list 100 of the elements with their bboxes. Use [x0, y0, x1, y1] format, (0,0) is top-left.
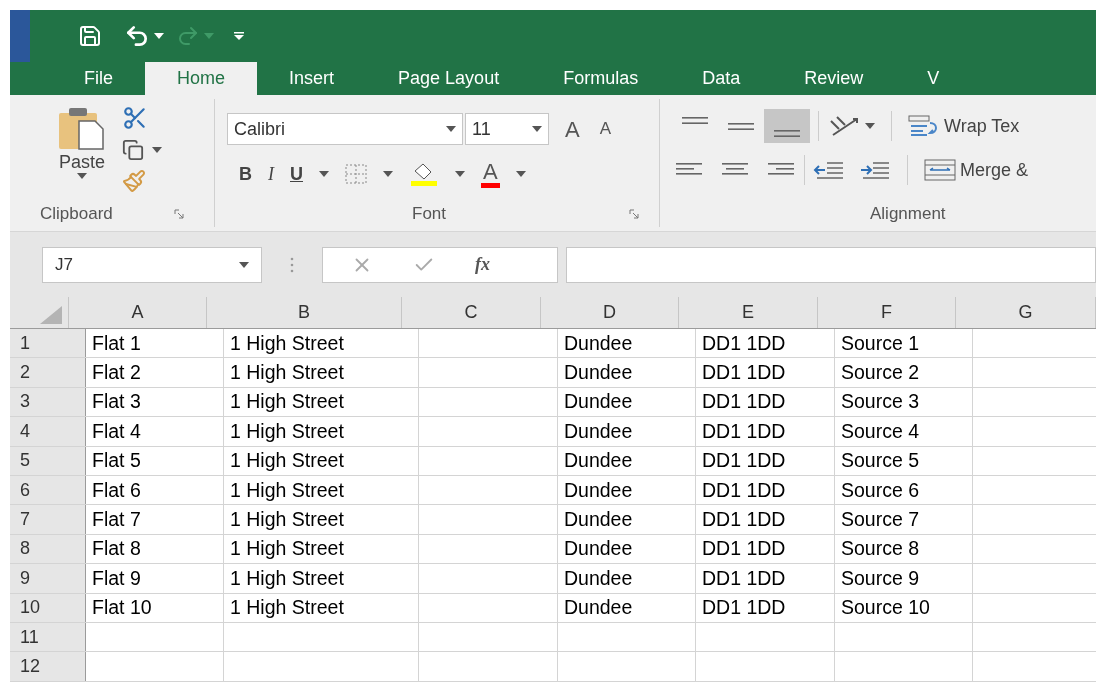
align-lines-icon [774, 130, 800, 137]
caret-icon [319, 171, 329, 177]
cut-icon[interactable] [122, 105, 148, 131]
table-cell-text: Flat 4 [92, 418, 141, 444]
caret-icon [77, 173, 87, 179]
table-cell-text: DD1 1DD [702, 595, 786, 621]
caret-icon [152, 147, 162, 153]
table-cell-text: Source 8 [841, 536, 920, 562]
table-cell-text: 1 High Street [230, 595, 344, 621]
ribbon-tab[interactable]: Insert [257, 62, 367, 95]
table-cell-text: Source 3 [841, 389, 920, 415]
table-cell-text: Dundee [564, 330, 633, 356]
align-lines-icon [682, 117, 708, 124]
column-header[interactable]: F [818, 297, 956, 328]
table-cell-text: Dundee [564, 536, 633, 562]
table-cell-text: 1 High Street [230, 389, 344, 415]
name-box[interactable]: J7 [42, 246, 262, 283]
row-header[interactable]: 4 [10, 417, 86, 446]
increase-indent-icon[interactable] [859, 159, 891, 181]
table-cell-text: 1 High Street [230, 536, 344, 562]
group-label: Alignment [870, 203, 946, 226]
table-cell-text: DD1 1DD [702, 536, 786, 562]
merge-button[interactable]: Merge & [924, 156, 1029, 184]
table-cell-text: Flat 8 [92, 536, 141, 562]
insert-function-button[interactable]: fx [475, 251, 490, 278]
table-cell-text: 1 High Street [230, 359, 344, 385]
table-cell-text: 1 High Street [230, 506, 344, 532]
table-cell-text: Source 9 [841, 565, 920, 591]
table-cell-text: 1 High Street [230, 477, 344, 503]
dialog-launcher-icon[interactable] [174, 209, 184, 219]
table-cell-text: Source 7 [841, 506, 920, 532]
table-cell-text: Flat 3 [92, 389, 141, 415]
row-header[interactable]: 9 [10, 564, 86, 593]
text-orientation-icon[interactable] [827, 113, 861, 139]
formula-field[interactable] [566, 246, 1096, 283]
font-size-field[interactable]: 11 [465, 113, 549, 145]
ribbon-tab[interactable]: Review [772, 62, 896, 95]
row-header[interactable]: 6 [10, 475, 86, 505]
table-cell-text: DD1 1DD [702, 359, 786, 385]
row-header[interactable]: 10 [10, 593, 86, 622]
row-header[interactable]: 3 [10, 387, 86, 417]
row-header[interactable]: 2 [10, 358, 86, 387]
underline-button[interactable]: U [290, 160, 303, 188]
table-cell-text: 1 High Street [230, 448, 344, 474]
ribbon-tab[interactable]: V [895, 62, 972, 95]
table-cell-text: Dundee [564, 506, 633, 532]
copy-icon[interactable] [122, 139, 144, 161]
ribbon-tab[interactable]: Home [145, 62, 258, 95]
column-header[interactable]: B [207, 297, 402, 328]
font-name-field[interactable]: Calibri [227, 113, 463, 145]
table-cell-text: Dundee [564, 565, 633, 591]
customize-toolbar-icon[interactable] [234, 31, 244, 41]
row-header[interactable]: 12 [10, 652, 86, 681]
row-header[interactable]: 8 [10, 534, 86, 564]
table-cell-text: Source 2 [841, 359, 920, 385]
row-header[interactable]: 7 [10, 505, 86, 534]
grip-icon [290, 255, 294, 274]
column-header[interactable]: D [541, 297, 679, 328]
align-lines-icon [728, 122, 754, 130]
table-cell-text: Dundee [564, 595, 633, 621]
decrease-indent-icon[interactable] [813, 159, 845, 181]
shrink-font-button[interactable]: A [595, 116, 616, 142]
dialog-launcher-icon[interactable] [629, 209, 639, 219]
bold-button[interactable]: B [239, 160, 252, 188]
group-label: Font [412, 203, 447, 226]
table-cell-text: Flat 10 [92, 595, 152, 621]
row-header[interactable]: 1 [10, 329, 86, 358]
table-cell-text: Flat 6 [92, 477, 141, 503]
table-cell-text: DD1 1DD [702, 330, 786, 356]
table-cell-text: Source 1 [841, 330, 920, 356]
caret-icon [239, 261, 249, 268]
column-header[interactable]: C [402, 297, 541, 328]
italic-button[interactable]: I [268, 160, 274, 188]
undo-icon[interactable] [124, 23, 150, 49]
paste-button[interactable]: Paste [50, 105, 114, 201]
column-header[interactable]: G [956, 297, 1096, 328]
caret-icon [515, 171, 526, 177]
wrap-text-button[interactable]: Wrap Tex [908, 112, 1020, 140]
table-cell-text: 1 High Street [230, 418, 344, 444]
table-cell-text: Dundee [564, 389, 633, 415]
table-cell-text: DD1 1DD [702, 506, 786, 532]
column-header[interactable]: E [679, 297, 818, 328]
align-bottom-button[interactable] [764, 109, 810, 143]
wrap-text-icon [908, 114, 940, 138]
table-cell-text: Dundee [564, 359, 633, 385]
caret-icon [154, 33, 164, 39]
ribbon-tab[interactable]: Formulas [531, 62, 671, 95]
fill-color-icon[interactable] [409, 161, 439, 187]
ribbon-tab[interactable]: File [52, 62, 145, 95]
table-cell-text: Flat 9 [92, 565, 141, 591]
column-header[interactable]: A [69, 297, 207, 328]
grow-font-button[interactable]: A [561, 112, 584, 146]
table-cell-text: DD1 1DD [702, 389, 786, 415]
row-header[interactable]: 5 [10, 446, 86, 475]
table-cell-text: Dundee [564, 477, 633, 503]
row-header[interactable]: 11 [10, 622, 86, 652]
ribbon-tab[interactable]: Data [670, 62, 773, 95]
ribbon-tab[interactable]: Page Layout [366, 62, 532, 95]
save-icon[interactable] [78, 24, 102, 48]
font-color-button[interactable]: A [481, 160, 500, 188]
